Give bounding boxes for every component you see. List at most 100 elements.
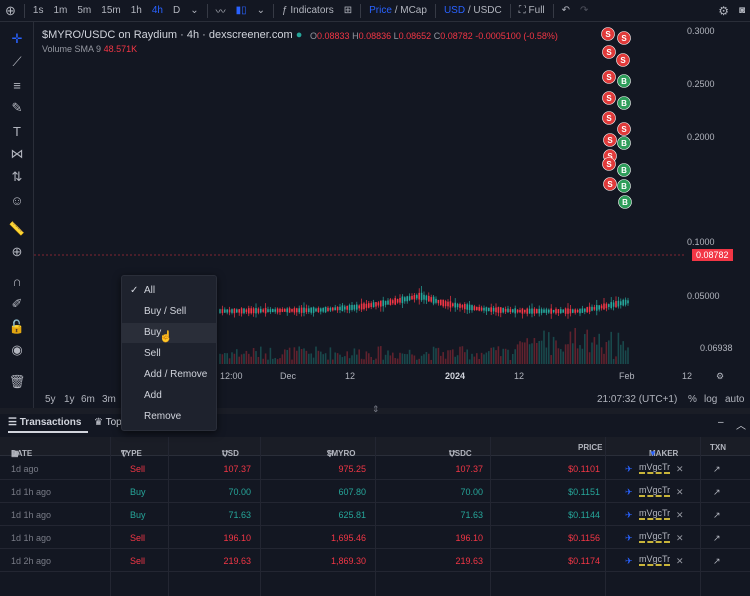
maker-address[interactable]: mVgcTr <box>639 485 671 497</box>
table-row[interactable]: 1d 1h ago Buy 71.63 625.81 71.63 $0.1144 ✈ mVgc… <box>0 503 750 526</box>
volume-bar <box>252 347 255 364</box>
prediction-icon[interactable]: ⇅ <box>9 169 25 185</box>
maker-address[interactable]: mVgcTr <box>639 508 671 520</box>
brush-icon[interactable]: ✎ <box>9 100 25 116</box>
candles-icon[interactable]: ▮▯ <box>231 5 252 16</box>
ruler-icon[interactable]: 📏 <box>9 221 25 237</box>
range-6m[interactable]: 6m <box>81 394 95 405</box>
settings-gear-icon[interactable]: ⚙ <box>713 4 734 18</box>
pattern-icon[interactable]: ⋈ <box>9 146 25 162</box>
marker-label: B <box>621 166 627 175</box>
crosshair-icon[interactable]: ✛ <box>9 31 25 47</box>
settings-icon[interactable]: ⚙ <box>716 371 724 382</box>
tab-transactions[interactable]: ☰ Transactions <box>8 417 88 433</box>
remove-filter-icon[interactable]: ✕ <box>676 510 684 521</box>
text-tool-icon[interactable]: T <box>9 123 25 139</box>
external-link-icon[interactable]: ↗ <box>713 533 721 544</box>
interval-4h[interactable]: 4h <box>147 5 168 16</box>
interval-1s[interactable]: 1s <box>28 5 49 16</box>
auto-toggle[interactable]: auto <box>725 394 744 405</box>
maker-address[interactable]: mVgcTr <box>639 554 671 566</box>
eye-icon[interactable]: ◉ <box>9 342 25 358</box>
add-symbol-icon[interactable]: ⊕ <box>0 3 21 19</box>
candle-body <box>260 308 262 313</box>
volume-bar <box>528 344 531 364</box>
volume-bar <box>296 350 298 364</box>
menu-item-all[interactable]: ✓ All <box>122 281 216 301</box>
currency-toggle[interactable]: USD / USDC <box>439 5 507 16</box>
menu-item-buy-sell[interactable]: Buy / Sell <box>122 302 216 322</box>
zoom-in-icon[interactable]: ⊕ <box>9 244 25 260</box>
live-dot-icon: ● <box>295 29 303 41</box>
candle-body <box>411 295 413 300</box>
chevron-down-icon[interactable]: ⌄ <box>185 5 203 16</box>
interval-1h[interactable]: 1h <box>126 5 147 16</box>
undo-icon[interactable]: ↶ <box>557 5 575 16</box>
interval-5m[interactable]: 5m <box>72 5 96 16</box>
indicators-button[interactable]: ƒ Indicators <box>277 5 339 16</box>
maker-address[interactable]: mVgcTr <box>639 531 671 543</box>
remove-filter-icon[interactable]: ✕ <box>676 487 684 498</box>
candle-body <box>365 303 368 308</box>
table-row[interactable]: 1d 1h ago Buy 70.00 607.80 70.00 $0.1151 ✈ mVgc… <box>0 480 750 503</box>
volume-bar <box>521 342 524 364</box>
camera-icon[interactable]: ◙ <box>734 5 750 16</box>
volume-bar <box>495 350 497 364</box>
collapse-icon[interactable]: – <box>718 417 724 428</box>
candle-body <box>555 308 557 314</box>
volume-bar <box>226 353 228 364</box>
chevron-down-icon[interactable]: ⌄ <box>252 5 270 16</box>
volume-bar <box>243 353 245 364</box>
horizontal-lines-icon[interactable]: ≡ <box>9 77 25 93</box>
redo-icon[interactable]: ↷ <box>575 5 593 16</box>
interval-D[interactable]: D <box>168 5 185 16</box>
price-mcap-toggle[interactable]: Price / MCap <box>364 5 432 16</box>
chevron-up-icon[interactable]: ︿ <box>736 417 746 432</box>
interval-1m[interactable]: 1m <box>48 5 72 16</box>
line-chart-icon[interactable]: 〰 <box>211 3 231 18</box>
range-1y[interactable]: 1y <box>64 394 75 405</box>
external-link-icon[interactable]: ↗ <box>713 556 721 567</box>
range-3m[interactable]: 3m <box>102 394 116 405</box>
remove-filter-icon[interactable]: ✕ <box>676 556 684 567</box>
lock-drawing-icon[interactable]: ✐ <box>9 296 25 312</box>
tab-top[interactable]: ♛ Top <box>94 417 122 428</box>
lock-icon[interactable]: 🔓 <box>9 319 25 335</box>
percent-toggle[interactable]: % <box>688 394 697 405</box>
candle-body <box>257 308 260 313</box>
fullscreen-button[interactable]: ⛶ Full <box>514 5 550 16</box>
range-5y[interactable]: 5y <box>45 394 56 405</box>
magnet-icon[interactable]: ∩ <box>9 273 25 289</box>
menu-item-add-remove[interactable]: Add / Remove <box>122 365 216 385</box>
interval-15m[interactable]: 15m <box>96 5 125 16</box>
candle-body <box>454 302 456 308</box>
menu-item-remove[interactable]: Remove <box>122 407 216 427</box>
cell-myro: 1,869.30 <box>330 556 366 566</box>
volume-bar <box>425 351 428 364</box>
volume-bar <box>236 349 238 364</box>
table-row[interactable]: 1d 1h ago Sell 196.10 1,695.46 196.10 $0.1156… <box>0 526 750 549</box>
log-toggle[interactable]: log <box>704 394 717 405</box>
remove-filter-icon[interactable]: ✕ <box>676 533 684 544</box>
type-filter-menu: ✓ All Buy / Sell Buy ☝ Sell Add / Remove A… <box>121 275 217 431</box>
table-row[interactable]: 1d ago Sell 107.37 975.25 107.37 $0.1101 ✈ mVgc… <box>0 457 750 480</box>
external-link-icon[interactable]: ↗ <box>713 464 721 475</box>
trend-line-icon[interactable]: ⟋ <box>9 54 25 70</box>
candle-body <box>480 307 483 311</box>
remove-filter-icon[interactable]: ✕ <box>676 464 684 475</box>
external-link-icon[interactable]: ↗ <box>713 487 721 498</box>
layout-grid-icon[interactable]: ⊞ <box>339 5 357 16</box>
menu-item-buy[interactable]: Buy ☝ <box>122 323 216 343</box>
table-row[interactable]: 1d 2h ago Sell 219.63 1,869.30 219.63 $0.1174… <box>0 549 750 572</box>
volume-bar <box>586 329 588 364</box>
candle-body <box>605 303 608 309</box>
external-link-icon[interactable]: ↗ <box>713 510 721 521</box>
menu-item-add[interactable]: Add <box>122 386 216 406</box>
drawing-toolbar: ✛ ⟋ ≡ ✎ T ⋈ ⇅ ☺ 📏 ⊕ ∩ ✐ 🔓 ◉ 🗑 <box>0 22 34 408</box>
volume-label: Volume SMA 9 <box>42 44 102 54</box>
trash-icon[interactable]: 🗑 <box>9 374 26 390</box>
sticker-icon[interactable]: ☺ <box>9 192 25 208</box>
menu-item-sell[interactable]: Sell <box>122 344 216 364</box>
chart-title: $MYRO/USDC on Raydium · 4h · dexscreener… <box>42 29 302 41</box>
maker-address[interactable]: mVgcTr <box>639 462 671 474</box>
